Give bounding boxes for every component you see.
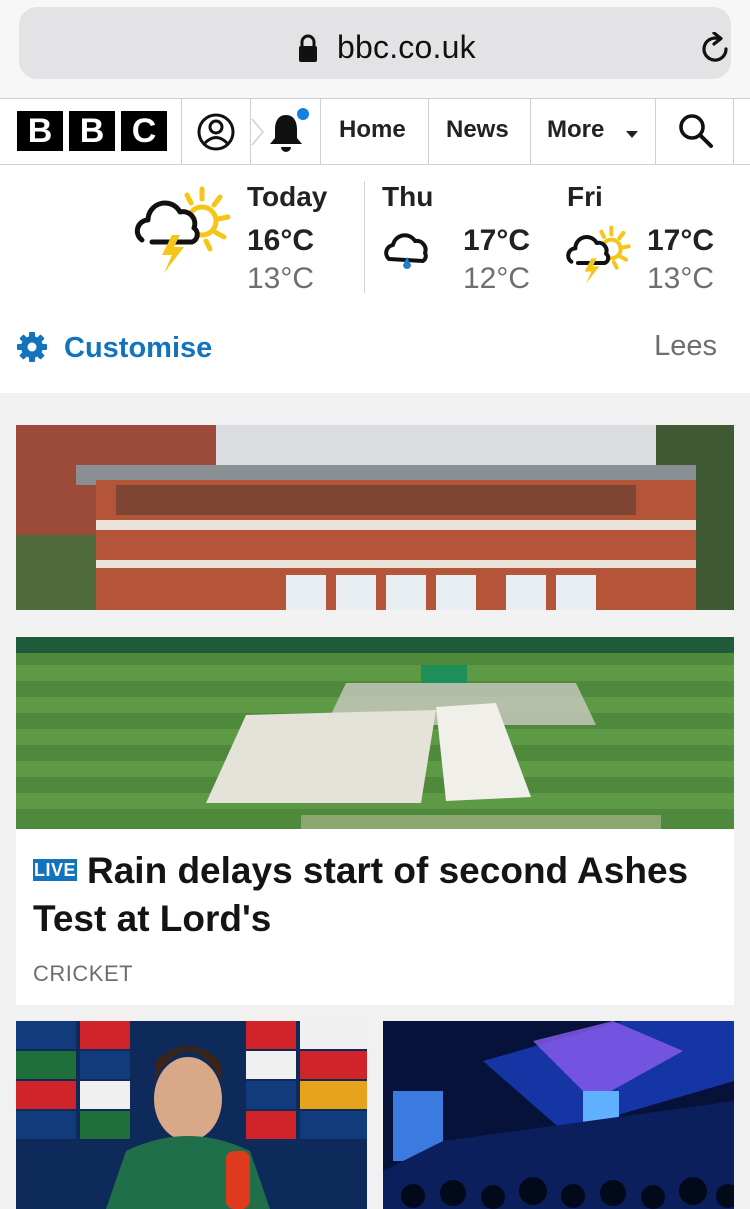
thunder-sun-cloud-icon [566, 225, 631, 284]
lock-icon [299, 34, 317, 62]
weather-day-fri: Fri [567, 181, 603, 212]
lead-story-card[interactable]: LIVE Rain delays start of second Ashes T… [16, 425, 734, 1005]
browser-chrome: bbc.co.uk [0, 0, 750, 99]
thunder-sun-cloud-icon [134, 186, 231, 273]
nav-divider [733, 99, 734, 164]
dropdown-caret-icon [626, 131, 638, 138]
reload-icon[interactable] [698, 32, 732, 66]
nav-home-link[interactable]: Home [339, 116, 406, 144]
nav-divider [320, 99, 321, 164]
weather-low: 12°C [463, 262, 531, 295]
story-tile[interactable] [383, 1021, 734, 1209]
section-label[interactable]: CRICKET [33, 961, 133, 987]
lead-story-headline[interactable]: Rain delays start of second Ashes Test a… [33, 847, 713, 943]
notification-dot [297, 108, 309, 120]
lead-story-image[interactable] [16, 425, 734, 829]
customise-link[interactable]: Customise [64, 332, 212, 365]
story-tile-image[interactable] [16, 1021, 367, 1209]
bbc-navbar: B B C Home News More [0, 99, 750, 165]
weather-module[interactable]: Today 16°C 13°C Thu 17°C 12°C Fri 17°C 1… [0, 165, 750, 393]
bbc-logo[interactable]: B B C [17, 111, 167, 151]
weather-location[interactable]: Lees [654, 330, 717, 363]
nav-news-link[interactable]: News [446, 116, 509, 144]
nav-divider [428, 99, 429, 164]
weather-day-thu: Thu [382, 181, 434, 212]
search-icon[interactable] [678, 113, 714, 149]
address-bar[interactable]: bbc.co.uk [19, 7, 731, 79]
nav-divider [181, 99, 182, 164]
weather-high: 17°C [463, 224, 531, 257]
story-tile[interactable] [16, 1021, 367, 1209]
story-tile-image[interactable] [383, 1021, 734, 1209]
weather-high: 17°C [647, 224, 715, 257]
weather-low: 13°C [247, 262, 315, 295]
nav-divider [655, 99, 656, 164]
weather-high: 16°C [247, 224, 315, 257]
nav-divider [530, 99, 531, 164]
logo-letter: B [69, 111, 115, 151]
logo-letter: C [121, 111, 167, 151]
weather-low: 13°C [647, 262, 715, 295]
rain-cloud-icon [384, 233, 428, 269]
account-icon[interactable] [196, 112, 236, 152]
url-text[interactable]: bbc.co.uk [337, 29, 476, 66]
weather-day-today: Today [247, 181, 328, 212]
logo-letter: B [17, 111, 63, 151]
weather-divider [364, 181, 365, 293]
gear-icon[interactable] [16, 331, 48, 363]
nav-more-link[interactable]: More [547, 116, 604, 144]
chevron-right-icon [251, 118, 264, 146]
